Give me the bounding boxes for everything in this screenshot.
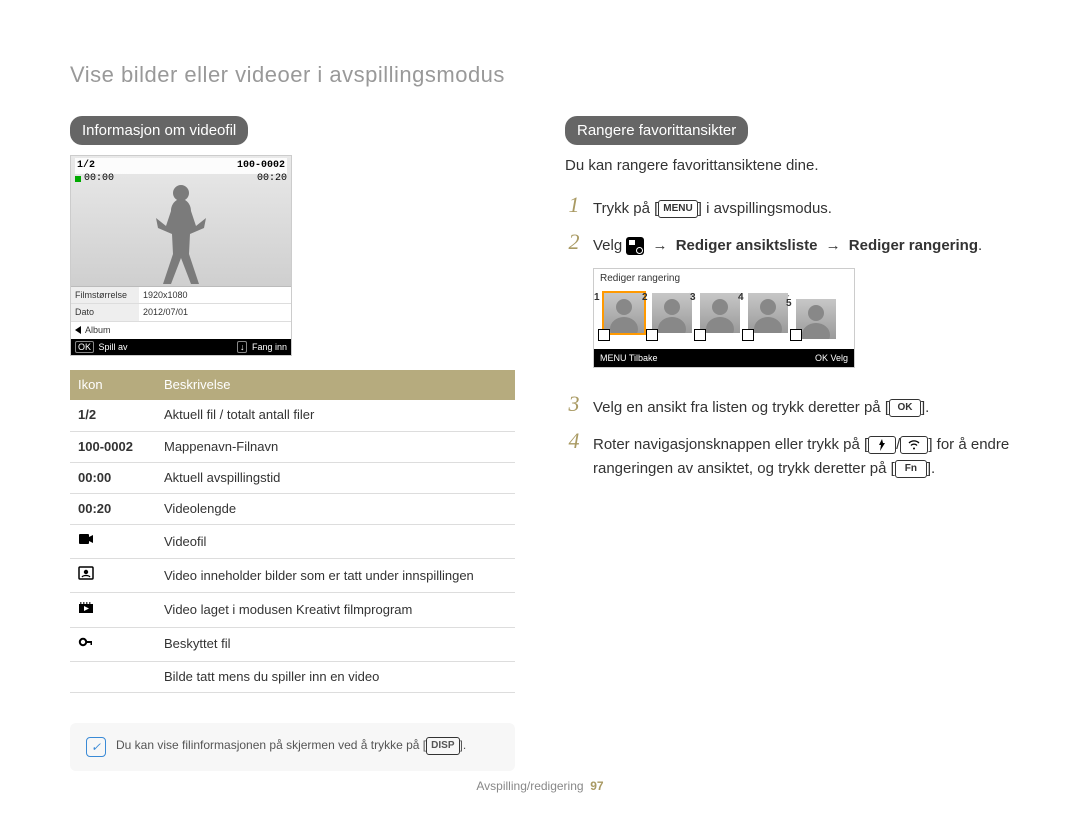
rank-select-label: Velg — [830, 353, 848, 363]
face-cell: 2★ — [652, 293, 692, 339]
record-dot-icon — [75, 176, 81, 182]
rank-ok-btn: OK — [815, 353, 828, 363]
lcd-capture-label: Fang inn — [252, 342, 287, 352]
lcd-ok-btn: OK — [75, 341, 94, 353]
face-cell: 3★ — [700, 293, 740, 339]
heading-rank-faces: Rangere favorittansikter — [565, 116, 748, 145]
th-icon: Ikon — [70, 370, 156, 400]
video-with-photos-icon — [78, 565, 94, 581]
ok-key: OK — [889, 399, 921, 417]
rank-lcd: Rediger rangering 1★ 2★ 3★ — [593, 268, 855, 369]
face-cell: 4★ — [748, 293, 788, 339]
lcd-play-label: Spill av — [99, 342, 128, 352]
lcd-time-end: 00:20 — [257, 172, 287, 186]
note-text: Du kan vise filinformasjonen på skjermen… — [116, 738, 426, 752]
info-icon: ✓ — [86, 737, 106, 757]
step1-text-a: Trykk på [ — [593, 200, 658, 217]
note-text-end: ]. — [460, 738, 467, 752]
footer-page-number: 97 — [590, 779, 603, 793]
info-value-size: 1920x1080 — [139, 287, 291, 304]
right-arrow: → — [653, 237, 668, 254]
table-row: 1/2Aktuell fil / totalt antall filer — [70, 400, 515, 431]
camera-settings-icon — [626, 237, 644, 255]
flash-key — [868, 436, 896, 454]
lcd-counter: 1/2 — [77, 159, 95, 173]
table-row: 100-0002Mappenavn-Filnavn — [70, 431, 515, 462]
step3-text-b: ]. — [921, 399, 929, 416]
table-row: Video inneholder bilder som er tatt unde… — [70, 559, 515, 593]
wifi-key — [900, 436, 928, 454]
heading-video-info: Informasjon om videofil — [70, 116, 248, 145]
protected-lock-icon — [78, 634, 94, 650]
table-row: Bilde tatt mens du spiller inn en video — [70, 661, 515, 692]
icon-description-table: Ikon Beskrivelse 1/2Aktuell fil / totalt… — [70, 370, 515, 693]
menu-key: MENU — [658, 200, 697, 218]
info-value-date: 2012/07/01 — [139, 304, 291, 322]
disp-key: DISP — [426, 737, 459, 755]
video-lcd: 1/2 100-0002 00:00 00:20 — [70, 155, 292, 356]
right-intro: Du kan rangere favorittansiktene dine. — [565, 155, 1010, 176]
table-row: Beskyttet fil — [70, 627, 515, 661]
step-number: 3 — [565, 393, 583, 415]
table-row: Video laget i modusen Kreativt filmprogr… — [70, 593, 515, 627]
note-box: ✓ Du kan vise filinformasjonen på skjerm… — [70, 723, 515, 771]
info-label-size: Filmstørrelse — [71, 287, 139, 304]
table-row: Videofil — [70, 525, 515, 559]
lcd-info-box: Filmstørrelse 1920x1080 Dato 2012/07/01 … — [71, 286, 291, 339]
lcd-time-start: 00:00 — [84, 172, 114, 186]
rank-back-label: Tilbake — [629, 353, 658, 363]
th-desc: Beskrivelse — [156, 370, 515, 400]
dancer-silhouette — [146, 181, 216, 286]
step4-text-a: Roter navigasjonsknappen eller trykk på … — [593, 436, 868, 453]
page-footer: Avspilling/redigering 97 — [0, 778, 1080, 795]
face-cell: 5 — [796, 299, 836, 339]
creative-movie-icon — [78, 599, 94, 615]
face-cell: 1★ — [604, 293, 644, 339]
rank-lcd-title: Rediger rangering — [594, 269, 854, 289]
right-arrow: → — [826, 237, 841, 254]
rank-menu-btn: MENU — [600, 353, 627, 363]
info-label-date: Dato — [71, 304, 139, 322]
step2-bold-1: Rediger ansiktsliste — [676, 237, 818, 254]
step2-bold-2: Rediger rangering — [849, 237, 978, 254]
step1-text-b: ] i avspillingsmodus. — [698, 200, 832, 217]
page-title: Vise bilder eller videoer i avspillingsm… — [70, 60, 1010, 91]
step-number: 4 — [565, 430, 583, 452]
lcd-fileid: 100-0002 — [237, 159, 285, 173]
step-number: 1 — [565, 194, 583, 216]
footer-section: Avspilling/redigering — [476, 779, 583, 793]
videofile-icon — [78, 531, 94, 547]
step3-text-a: Velg en ansikt fra listen og trykk deret… — [593, 399, 889, 416]
fn-key: Fn — [895, 460, 927, 478]
lcd-album-label: Album — [85, 324, 111, 337]
step4-text-c: ]. — [927, 460, 935, 477]
lcd-down-btn: ↓ — [237, 341, 248, 353]
triangle-left-icon — [75, 326, 81, 334]
table-row: 00:20Videolengde — [70, 493, 515, 524]
step2-text-a: Velg — [593, 237, 626, 254]
table-row: 00:00Aktuell avspillingstid — [70, 462, 515, 493]
step-number: 2 — [565, 231, 583, 253]
